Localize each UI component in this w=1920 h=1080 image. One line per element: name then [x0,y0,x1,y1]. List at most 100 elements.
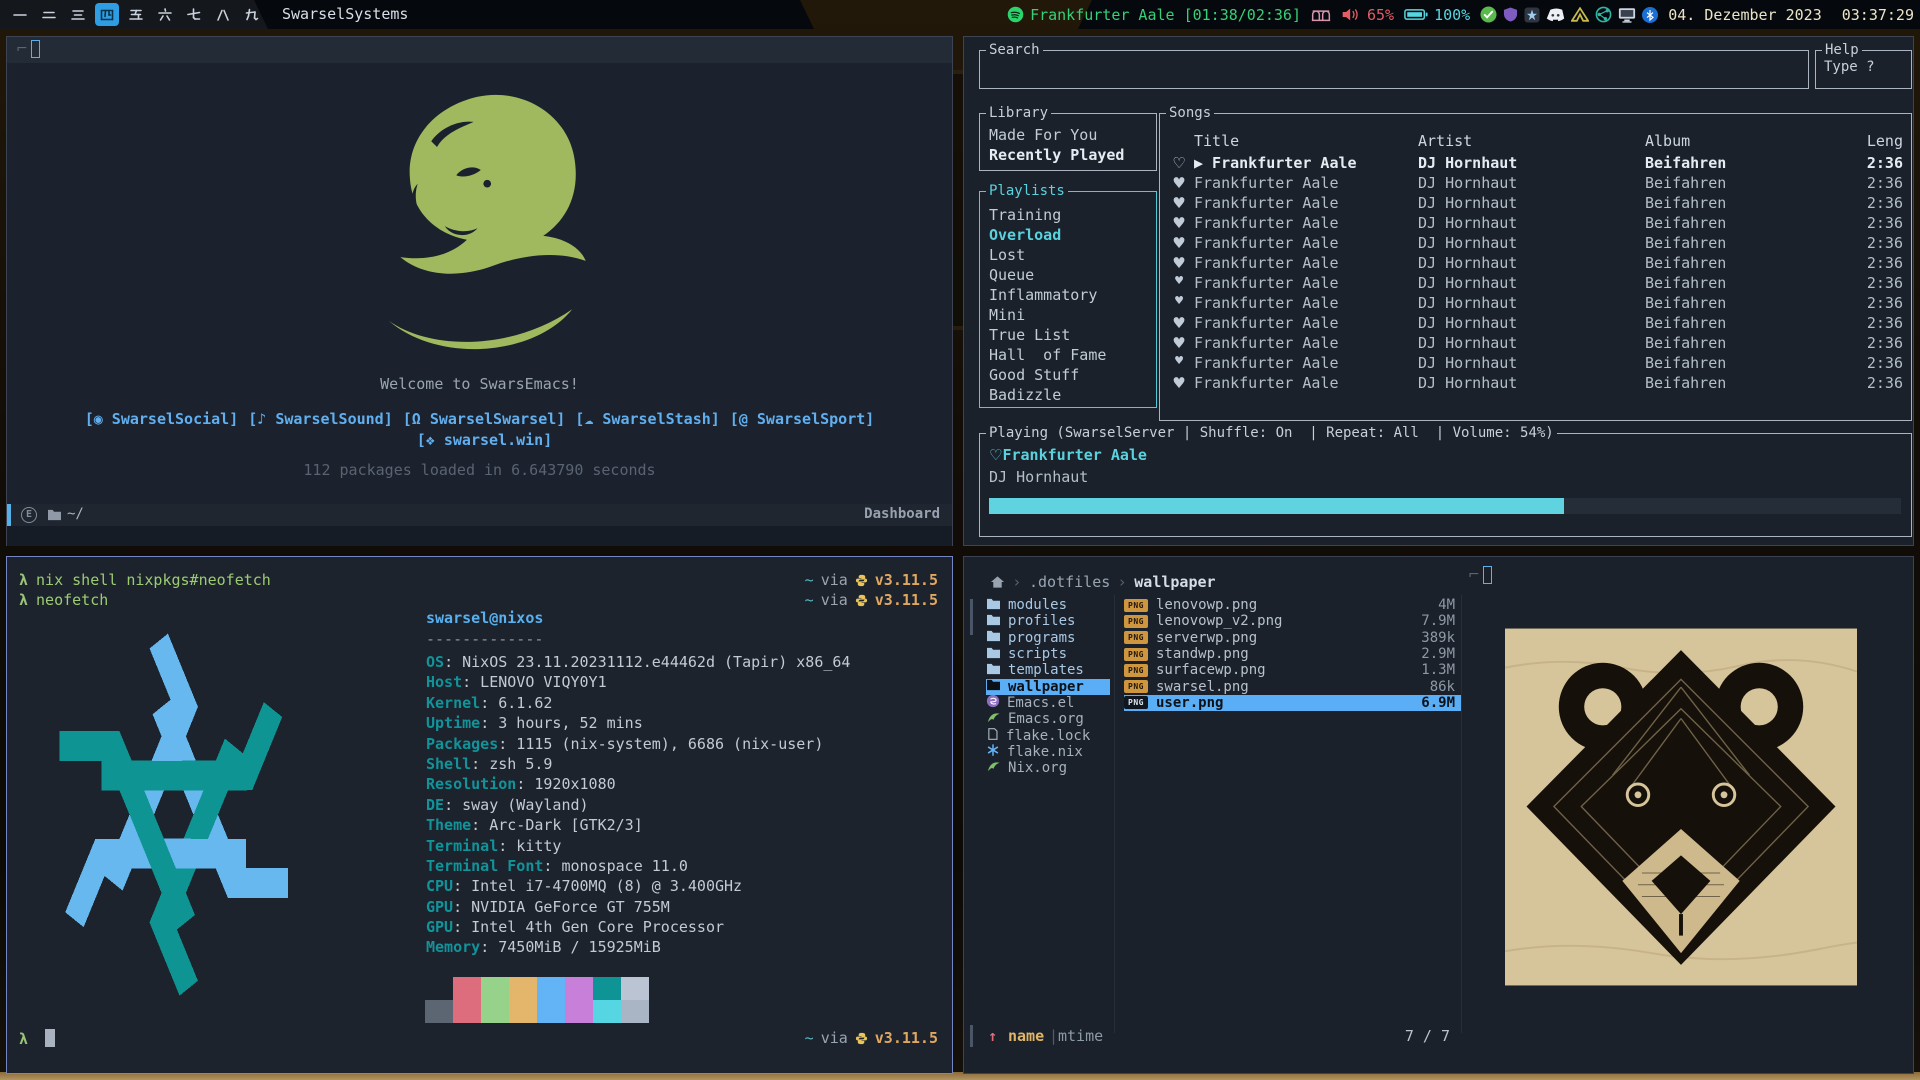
playing-heart-icon[interactable]: ♡ [989,446,1002,464]
playlist-item-good-stuff[interactable]: Good Stuff [989,366,1079,386]
heart-icon[interactable]: ♥ [1170,174,1188,192]
column-title[interactable]: Title [1194,132,1239,150]
dashboard-button-5[interactable]: [@ SwarselSport] [730,410,875,428]
sort-direction-arrow[interactable]: ↑ [988,1027,997,1045]
column-album[interactable]: Album [1645,132,1690,150]
file-row-lenovowp.png[interactable]: PNGlenovowp.png4M [1124,597,1461,613]
progress-track[interactable] [989,498,1901,514]
sort-key[interactable]: name [1008,1027,1044,1045]
playlist-item-inflammatory[interactable]: Inflammatory [989,286,1097,306]
now-playing-module[interactable]: Frankfurter Aale [01:38/02:36] [1007,6,1301,24]
song-row-6[interactable]: ♥Frankfurter AaleDJ HornhautBeifahren2:3… [1160,254,1911,274]
playlist-item-queue[interactable]: Queue [989,266,1034,286]
workspace-9[interactable] [240,3,264,26]
workspace-4[interactable] [95,3,119,26]
dashboard-link-swarsel-win[interactable]: [❖ swarsel.win] [12,431,957,449]
workspace-7[interactable] [182,3,206,26]
file-row-serverwp.png[interactable]: PNGserverwp.png389k [1124,630,1461,646]
heart-icon[interactable]: ♥ [1170,354,1188,367]
parent-item-emacs.el[interactable]: Emacs.el [986,695,1110,711]
discord-icon[interactable] [1546,7,1565,22]
parent-item-scripts[interactable]: scripts [986,646,1110,662]
song-row-2[interactable]: ♥Frankfurter AaleDJ HornhautBeifahren2:3… [1160,174,1911,194]
date-display[interactable]: 04. Dezember 2023 [1668,6,1822,24]
dashboard-button-3[interactable]: [Ω SwarselSwarsel] [403,410,566,428]
battery-module[interactable]: 100% [1404,6,1470,24]
file-row-lenovowp_v2.png[interactable]: PNGlenovowp_v2.png7.9M [1124,613,1461,629]
syncthing-icon[interactable] [1595,6,1612,23]
file-row-standwp.png[interactable]: PNGstandwp.png2.9M [1124,646,1461,662]
workspace-1[interactable] [8,3,32,26]
playlist-item-overload[interactable]: Overload [989,226,1061,246]
playlist-item-badizzle[interactable]: Badizzle [989,386,1061,406]
song-length: 2:36 [1867,194,1903,212]
song-row-5[interactable]: ♥Frankfurter AaleDJ HornhautBeifahren2:3… [1160,234,1911,254]
dashboard-button-4[interactable]: [☁ SwarselStash] [575,410,720,428]
playlist-item-training[interactable]: Training [989,206,1061,226]
parent-item-wallpaper[interactable]: wallpaper [986,679,1110,695]
song-row-8[interactable]: ♥Frankfurter AaleDJ HornhautBeifahren2:3… [1160,294,1911,314]
parent-item-flake.lock[interactable]: flake.lock [986,727,1110,743]
dashboard-button-1[interactable]: [◉ SwarselSocial] [85,410,239,428]
workspace-5[interactable] [124,3,148,26]
heart-icon[interactable]: ♥ [1170,254,1188,272]
parent-item-programs[interactable]: programs [986,630,1110,646]
home-icon[interactable] [990,575,1005,589]
tent-icon[interactable] [1571,7,1589,22]
parent-item-nix.org[interactable]: Nix.org [986,760,1110,776]
volume-module[interactable]: 65% [1341,6,1394,24]
song-row-1[interactable]: ♡▶ Frankfurter AaleDJ HornhautBeifahren2… [1160,154,1911,174]
shield-icon[interactable] [1503,6,1518,23]
song-row-9[interactable]: ♥Frankfurter AaleDJ HornhautBeifahren2:3… [1160,314,1911,334]
png-file-icon: PNG [1124,680,1148,693]
workspace-3[interactable] [66,3,90,26]
playlist-item-lost[interactable]: Lost [989,246,1025,266]
scrollbar[interactable] [970,599,973,635]
breadcrumb-current-dir[interactable]: wallpaper [1134,573,1215,591]
bluetooth-icon[interactable] [1642,7,1658,23]
heart-icon[interactable]: ♥ [1170,214,1188,232]
workspace-6[interactable] [153,3,177,26]
file-row-swarsel.png[interactable]: PNGswarsel.png86k [1124,679,1461,695]
library-item-recently-played[interactable]: Recently Played [989,146,1124,166]
breadcrumb-root[interactable]: .dotfiles [1029,573,1110,591]
song-row-4[interactable]: ♥Frankfurter AaleDJ HornhautBeifahren2:3… [1160,214,1911,234]
heart-icon[interactable]: ♥ [1170,194,1188,212]
heart-icon[interactable]: ♥ [1170,234,1188,252]
song-row-11[interactable]: ♥Frankfurter AaleDJ HornhautBeifahren2:3… [1160,354,1911,374]
playlist-item-mini[interactable]: Mini [989,306,1025,326]
column-length[interactable]: Leng [1867,132,1903,150]
playlist-item-true-list[interactable]: True List [989,326,1070,346]
monitor-icon[interactable] [1618,7,1636,23]
parent-item-emacs.org[interactable]: Emacs.org [986,711,1110,727]
sort-alt-key[interactable]: mtime [1058,1027,1103,1045]
song-row-7[interactable]: ♥Frankfurter AaleDJ HornhautBeifahren2:3… [1160,274,1911,294]
workspace-8[interactable] [211,3,235,26]
heart-icon[interactable]: ♥ [1170,274,1188,287]
file-row-surfacewp.png[interactable]: PNGsurfacewp.png1.3M [1124,662,1461,678]
search-input[interactable]: Search [979,50,1809,89]
column-artist[interactable]: Artist [1418,132,1472,150]
heart-icon[interactable]: ♥ [1170,294,1188,307]
file-row-user.png[interactable]: PNGuser.png6.9M [1124,695,1461,711]
kdeconnect-icon[interactable] [1524,7,1540,23]
heart-icon[interactable]: ♥ [1170,374,1188,392]
parent-item-profiles[interactable]: profiles [986,613,1110,629]
heart-icon[interactable]: ♥ [1170,314,1188,332]
library-item-made-for-you[interactable]: Made For You [989,126,1097,146]
bridge-icon[interactable] [1311,7,1331,22]
dashboard-button-2[interactable]: [♪ SwarselSound] [248,410,393,428]
clock-display[interactable]: 03:37:29 [1842,6,1914,24]
song-row-12[interactable]: ♥Frankfurter AaleDJ HornhautBeifahren2:3… [1160,374,1911,394]
parent-item-templates[interactable]: templates [986,662,1110,678]
heart-icon[interactable]: ♡ [1170,154,1188,172]
parent-item-modules[interactable]: modules [986,597,1110,613]
heart-icon[interactable]: ♥ [1170,334,1188,352]
playlist-item-hall-of-fame[interactable]: Hall of Fame [989,346,1106,366]
song-row-3[interactable]: ♥Frankfurter AaleDJ HornhautBeifahren2:3… [1160,194,1911,214]
song-row-10[interactable]: ♥Frankfurter AaleDJ HornhautBeifahren2:3… [1160,334,1911,354]
check-icon[interactable] [1480,6,1497,23]
workspace-2[interactable] [37,3,61,26]
parent-item-flake.nix[interactable]: flake.nix [986,744,1110,760]
palette-color-0-3 [509,977,537,1000]
